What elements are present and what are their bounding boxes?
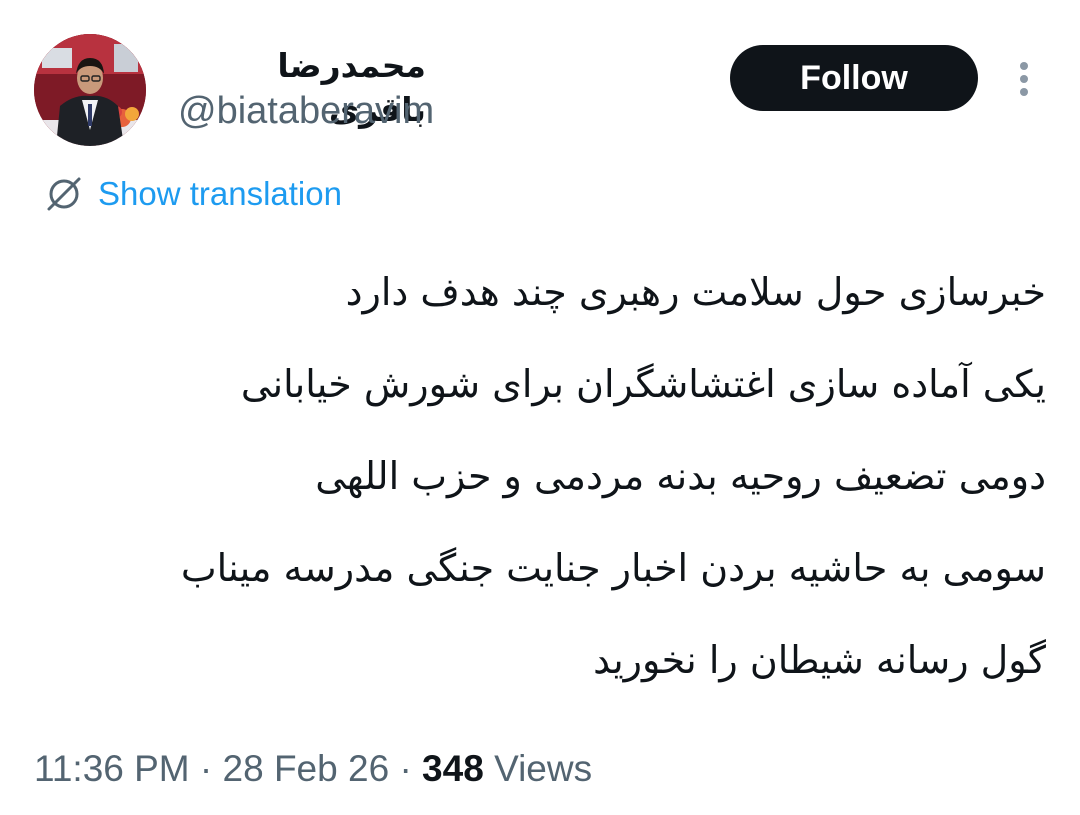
meta-separator: ·: [199, 748, 213, 789]
tweet-time[interactable]: 11:36 PM: [34, 748, 190, 789]
vertical-ellipsis-icon: [1020, 62, 1028, 96]
tweet-line-5: گول رسانه شیطان را نخورید: [593, 638, 1046, 682]
tweet-text: خبرسازی حول سلامت رهبری چند هدف دارد یکی…: [36, 246, 1046, 706]
tweet-date[interactable]: 28 Feb 26: [223, 748, 390, 789]
translate-globe-icon: [47, 177, 81, 211]
show-translation-label: Show translation: [98, 175, 342, 212]
meta-separator: ·: [399, 748, 412, 789]
show-translation-link[interactable]: Show translation: [44, 172, 342, 216]
user-handle[interactable]: @biataberavim: [178, 88, 434, 134]
follow-button[interactable]: Follow: [730, 45, 978, 111]
views-label: Views: [494, 748, 593, 789]
more-options-button[interactable]: [1008, 58, 1040, 100]
tweet-line-3: دومی تضعیف روحیه بدنه مردمی و حزب اللهی: [315, 454, 1046, 498]
tweet-line-4: سومی به حاشیه بردن اخبار جنایت جنگی مدرس…: [180, 546, 1046, 590]
tweet-line-1: خبرسازی حول سلامت رهبری چند هدف دارد: [345, 270, 1046, 314]
avatar[interactable]: [34, 34, 146, 146]
views-count: 348: [422, 748, 484, 789]
profile-photo: [34, 34, 146, 146]
tweet-meta: 11:36 PM · 28 Feb 26 · 348 Views: [34, 744, 592, 794]
tweet-line-2: یکی آماده سازی اغتشاشگران برای شورش خیاب…: [240, 362, 1046, 406]
